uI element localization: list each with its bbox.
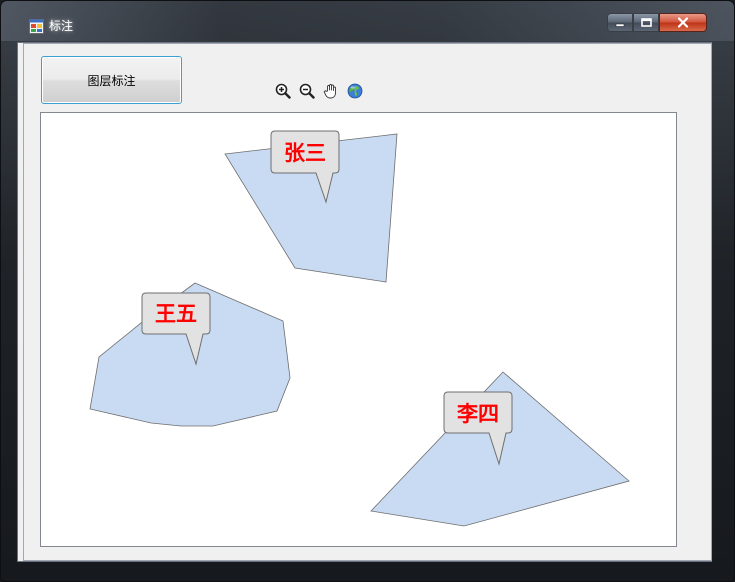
label-text-zhangsan: 张三 xyxy=(284,140,326,165)
pan-hand-icon xyxy=(323,84,336,99)
zoom-in-button[interactable] xyxy=(273,81,293,101)
main-window: 标注 图层标注 张三 王五 李四 xyxy=(0,0,735,582)
maximize-button[interactable] xyxy=(633,13,659,32)
window-title: 标注 xyxy=(49,19,74,33)
minimize-icon xyxy=(615,23,625,27)
minimize-button[interactable] xyxy=(607,13,633,32)
full-extent-button[interactable] xyxy=(345,81,365,101)
app-window-icon xyxy=(29,19,44,34)
pan-button[interactable] xyxy=(321,81,341,101)
map-control[interactable]: 张三 王五 李四 xyxy=(40,112,677,547)
map-canvas[interactable]: 张三 王五 李四 xyxy=(41,113,677,547)
close-icon xyxy=(677,17,689,28)
full-extent-globe-icon xyxy=(347,83,363,99)
label-text-lisi: 李四 xyxy=(456,401,499,426)
caption-buttons xyxy=(607,13,707,32)
title-bar[interactable]: 标注 xyxy=(1,1,734,41)
close-button[interactable] xyxy=(659,13,707,32)
label-text-wangwu: 王五 xyxy=(155,301,197,326)
layer-label-button[interactable]: 图层标注 xyxy=(41,56,182,104)
zoom-out-button[interactable] xyxy=(297,81,317,101)
map-toolbar xyxy=(273,81,369,101)
maximize-icon xyxy=(640,18,652,27)
zoom-out-icon xyxy=(299,83,315,99)
zoom-in-icon xyxy=(275,83,291,99)
